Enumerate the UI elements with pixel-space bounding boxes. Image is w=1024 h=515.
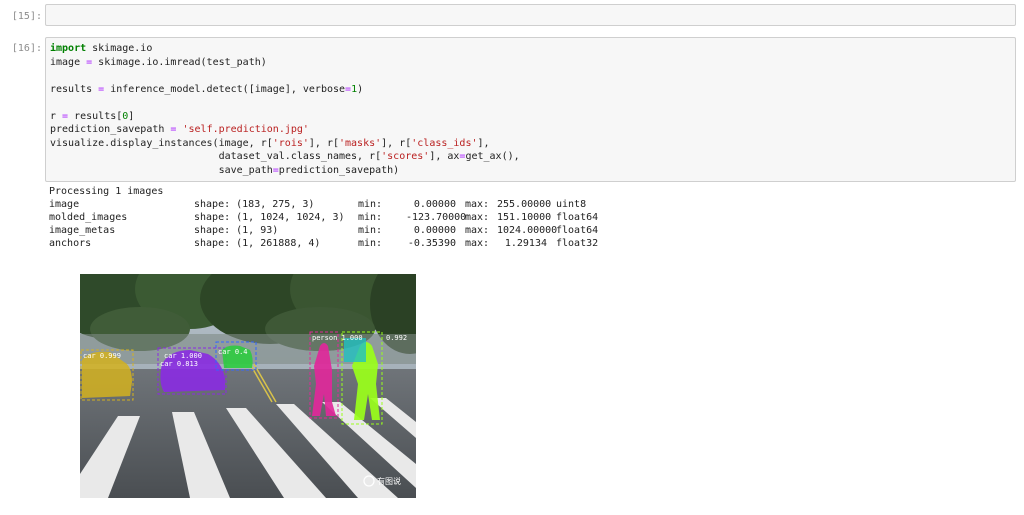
output-name: molded_images [49,212,128,223]
output-max_label: max: [465,238,490,249]
output-shape: shape: (1, 261888, 4) [194,238,321,249]
code-line: import skimage.io [50,43,153,54]
cell-16-prompt: [16]: [11,43,42,54]
output-dtype: float64 [556,212,599,223]
label-car-4: car 0.4 [218,348,248,356]
output-min: -0.35390 [407,238,456,249]
output-row: molded_images shape: (1, 1024, 1024, 3) mi… [49,211,606,224]
label-car-3: car 0.813 [160,360,198,368]
output-dtype: float32 [556,238,599,249]
label-car-1: car 0.999 [83,352,121,360]
cell-15-input[interactable]: test_path = './test.jpg' [45,4,1016,48]
output-shape: shape: (183, 275, 3) [194,199,315,210]
code-line: results = inference_model.detect([image]… [50,83,364,95]
label-person: person 1.000 [312,334,363,342]
output-min_label: min: [358,199,383,210]
output-min_label: min: [358,212,383,223]
output-max_label: max: [465,199,490,210]
code-line: visualize.display_instances(image, r['ro… [50,137,490,149]
output-name: anchors [49,238,92,249]
code-line: dataset_val.class_names, r['scores'], ax… [50,151,520,162]
output-header: Processing 1 images [49,186,164,197]
cell-16-output: Processing 1 images image shape: (183, 27… [49,185,606,250]
code-line: image = skimage.io.imread(test_path) [50,56,267,68]
output-table: image shape: (183, 275, 3) min: 0.00000 max:… [49,198,606,250]
cell-16-input[interactable]: import skimage.io image = skimage.io.imre… [45,37,1016,182]
output-row: image_metas shape: (1, 93) min: 0.00000 max:… [49,224,606,237]
output-max: 151.10000 [497,212,552,223]
output-dtype: float64 [556,225,599,236]
output-row: anchors shape: (1, 261888, 4) min: -0.35390… [49,237,606,250]
output-name: image_metas [49,225,116,236]
code-line: r = results[0] [50,110,135,122]
output-min: -123.70000 [406,212,467,223]
code-line: save_path=prediction_savepath) [50,164,400,176]
prediction-image: car 0.999 car 1.000 car 0.813 car 0.4 pe… [80,274,416,498]
output-min_label: min: [358,238,383,249]
output-max: 1.29134 [504,238,547,249]
output-shape: shape: (1, 1024, 1024, 3) [194,212,345,223]
output-dtype: uint8 [556,199,587,210]
watermark-text: 有图说 [377,476,401,486]
cell-15-prompt: [15]: [11,11,42,22]
code-line: prediction_savepath = 'self.prediction.j… [50,124,309,135]
prediction-figure: car 0.999 car 1.000 car 0.813 car 0.4 pe… [80,274,416,498]
output-max_label: max: [465,225,490,236]
label-person-2: 0.992 [386,334,407,342]
output-max: 255.00000 [497,199,552,210]
output-max: 1024.00000 [497,225,558,236]
output-row: image shape: (183, 275, 3) min: 0.00000 max:… [49,198,606,211]
output-max_label: max: [465,212,490,223]
output-min: 0.00000 [413,225,456,236]
output-min: 0.00000 [413,199,456,210]
output-shape: shape: (1, 93) [194,225,279,236]
output-name: image [49,199,80,210]
label-car-2: car 1.000 [164,352,202,360]
output-min_label: min: [358,225,383,236]
